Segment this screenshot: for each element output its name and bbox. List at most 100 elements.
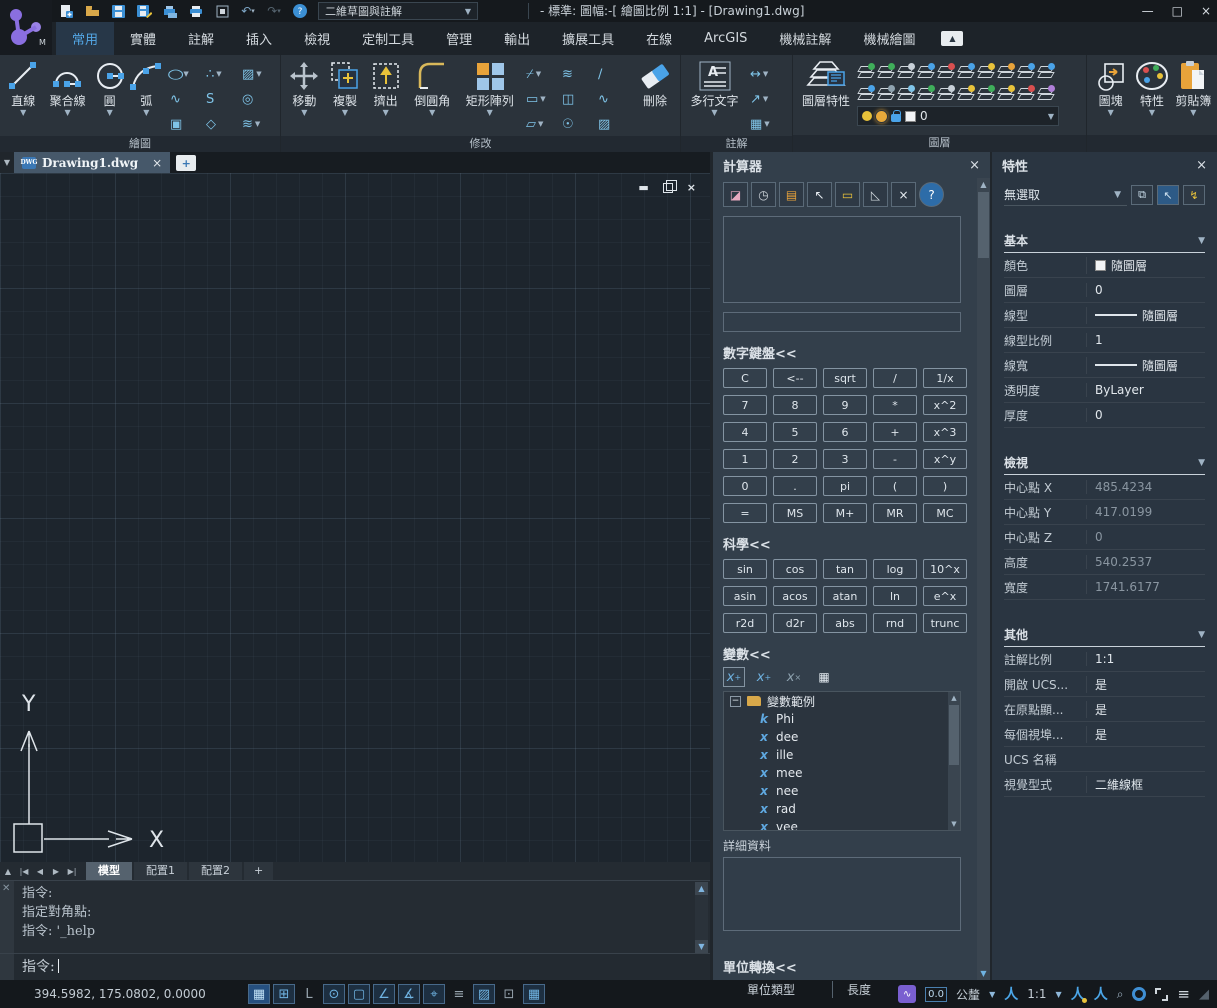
variables-tree[interactable]: −變數範例 kPhixdeexillexmeexneexradxvee ▲ ▼ — [723, 691, 961, 831]
property-value[interactable]: 是 — [1086, 701, 1205, 718]
ribbon-tab-擴展工具[interactable]: 擴展工具 — [546, 22, 630, 55]
property-value[interactable]: 1:1 — [1086, 652, 1205, 666]
help-icon[interactable]: ? — [292, 3, 308, 19]
transparency-toggle[interactable]: ▨ — [473, 984, 495, 1004]
property-value[interactable]: 0 — [1086, 283, 1205, 297]
layer-tool-icon-2[interactable] — [877, 62, 895, 80]
layer-tool-icon-13[interactable] — [897, 84, 915, 102]
angle-snap-toggle[interactable]: ∠ — [373, 984, 395, 1004]
sci-key-trunc[interactable]: trunc — [923, 613, 967, 633]
sci-key-sin[interactable]: sin — [723, 559, 767, 579]
numpad-key-3[interactable]: 3 — [823, 449, 867, 469]
arc-button[interactable]: 弧▼ — [129, 58, 164, 134]
spline-icon[interactable]: S — [206, 87, 240, 111]
sci-key-r2d[interactable]: r2d — [723, 613, 767, 633]
undo-icon[interactable]: ↶ ▾ — [240, 3, 256, 19]
command-close-icon[interactable]: ✕ — [2, 883, 10, 894]
layer-tool-icon-5[interactable] — [937, 62, 955, 80]
numpad-key-x^y[interactable]: x^y — [923, 449, 967, 469]
property-value[interactable]: 隨圖層 — [1086, 257, 1205, 274]
layer-tool-icon-7[interactable] — [977, 62, 995, 80]
help-icon[interactable]: ? — [919, 182, 944, 207]
history-icon[interactable]: ◷ — [751, 182, 776, 207]
new-variable-icon[interactable]: x+ — [723, 667, 745, 687]
numpad-key-1/x[interactable]: 1/x — [923, 368, 967, 388]
resize-grip[interactable]: ◢ — [1199, 987, 1209, 1002]
polyline-button[interactable]: 聚合線▼ — [45, 58, 91, 134]
sci-key-d2r[interactable]: d2r — [773, 613, 817, 633]
new-file-icon[interactable] — [58, 3, 74, 19]
layer-tool-icon-8[interactable] — [997, 62, 1015, 80]
print-icon[interactable] — [188, 3, 204, 19]
numpad-key--[interactable]: - — [873, 449, 917, 469]
ribbon-tab-檢視[interactable]: 檢視 — [288, 22, 346, 55]
new-document-tab-button[interactable]: + — [176, 155, 196, 171]
numpad-key-9[interactable]: 9 — [823, 395, 867, 415]
layer-tool-icon-15[interactable] — [937, 84, 955, 102]
maximize-button[interactable]: □ — [1172, 4, 1183, 18]
edit-hatch-icon[interactable]: ▨ — [598, 112, 632, 136]
lineweight-toggle[interactable]: ≡ — [448, 984, 470, 1004]
calculator-close-icon[interactable]: × — [969, 158, 980, 173]
dimension-icon[interactable]: ↔▼ — [750, 62, 784, 86]
table-icon[interactable]: ▦▼ — [750, 112, 784, 136]
ribbon-tab-在線[interactable]: 在線 — [630, 22, 688, 55]
layer-tool-icon-16[interactable] — [957, 84, 975, 102]
numpad-key-M+[interactable]: M+ — [823, 503, 867, 523]
sci-key-abs[interactable]: abs — [823, 613, 867, 633]
grid-display-toggle[interactable]: ▦ — [248, 984, 270, 1004]
hatch-icon[interactable]: ▨▼ — [242, 62, 276, 86]
ribbon-tab-機械註解[interactable]: 機械註解 — [763, 22, 847, 55]
property-value[interactable]: 隨圖層 — [1086, 307, 1205, 324]
variable-row-mee[interactable]: xmee — [724, 764, 960, 782]
multiple-points-icon[interactable]: ∴▼ — [206, 62, 240, 86]
calculator-mode-icon[interactable]: ▦ — [813, 667, 835, 687]
collapse-icon[interactable]: − — [730, 696, 741, 707]
donut-icon[interactable]: ◎ — [242, 87, 276, 111]
chevron-down-icon[interactable]: ▼ — [989, 990, 995, 999]
selection-cycling-toggle[interactable]: ⊡ — [498, 984, 520, 1004]
ribbon-tab-ArcGIS[interactable]: ArcGIS — [688, 22, 763, 55]
command-history[interactable]: ✕ 指令:指定對角點:指令: '_help ▲ ▼ — [0, 880, 710, 953]
measure-distance-icon[interactable]: ▭ — [835, 182, 860, 207]
object-snap-tracking-toggle[interactable]: ∡ — [398, 984, 420, 1004]
scroll-down-icon[interactable]: ▼ — [977, 967, 990, 980]
mtext-button[interactable]: A 多行文字▼ — [685, 58, 744, 134]
variable-row-rad[interactable]: xrad — [724, 800, 960, 818]
section-header-其他[interactable]: 其他▼ — [1004, 626, 1205, 647]
ortho-toggle[interactable]: L — [298, 984, 320, 1004]
ellipse-icon[interactable]: ○▼ — [170, 62, 204, 86]
line-button[interactable]: 直線▼ — [4, 58, 43, 134]
layout-tab-配置2[interactable]: 配置2 — [189, 862, 242, 880]
property-value[interactable]: 二維線框 — [1086, 776, 1205, 793]
wipeout-icon[interactable]: ◇ — [206, 112, 240, 136]
sci-key-acos[interactable]: acos — [773, 586, 817, 606]
polar-tracking-toggle[interactable]: ⊙ — [323, 984, 345, 1004]
variable-row-Phi[interactable]: kPhi — [724, 710, 960, 728]
join-icon[interactable]: ◫ — [562, 87, 596, 111]
ribbon-tab-註解[interactable]: 註解 — [172, 22, 230, 55]
numpad-key-1[interactable]: 1 — [723, 449, 767, 469]
variable-folder-row[interactable]: −變數範例 — [724, 692, 960, 710]
numpad-key-pi[interactable]: pi — [823, 476, 867, 496]
fullscreen-icon[interactable] — [1155, 988, 1168, 1001]
annotation-scale-icon[interactable]: 人 — [1004, 984, 1018, 1004]
close-button[interactable]: × — [1201, 4, 1211, 18]
property-value[interactable]: ByLayer — [1086, 383, 1205, 397]
numpad-key-=[interactable]: = — [723, 503, 767, 523]
property-value[interactable]: 1 — [1086, 333, 1205, 347]
layer-tool-icon-1[interactable] — [857, 62, 875, 80]
sci-key-e^x[interactable]: e^x — [923, 586, 967, 606]
block-button[interactable]: 圖塊▼ — [1091, 58, 1130, 134]
numpad-key-C[interactable]: C — [723, 368, 767, 388]
variables-section-header[interactable]: 變數<< — [723, 644, 961, 663]
ribbon-tab-機械繪圖[interactable]: 機械繪圖 — [847, 22, 931, 55]
scrollbar-thumb[interactable] — [949, 705, 959, 765]
sci-key-asin[interactable]: asin — [723, 586, 767, 606]
layer-tool-icon-4[interactable] — [917, 62, 935, 80]
sci-key-rnd[interactable]: rnd — [873, 613, 917, 633]
chevron-down-icon[interactable]: ▼ — [1056, 990, 1062, 999]
panel-label-annotate[interactable]: 註解 — [681, 136, 792, 152]
object-snap-toggle[interactable]: ▢ — [348, 984, 370, 1004]
dynamic-input-toggle[interactable]: ⌖ — [423, 984, 445, 1004]
